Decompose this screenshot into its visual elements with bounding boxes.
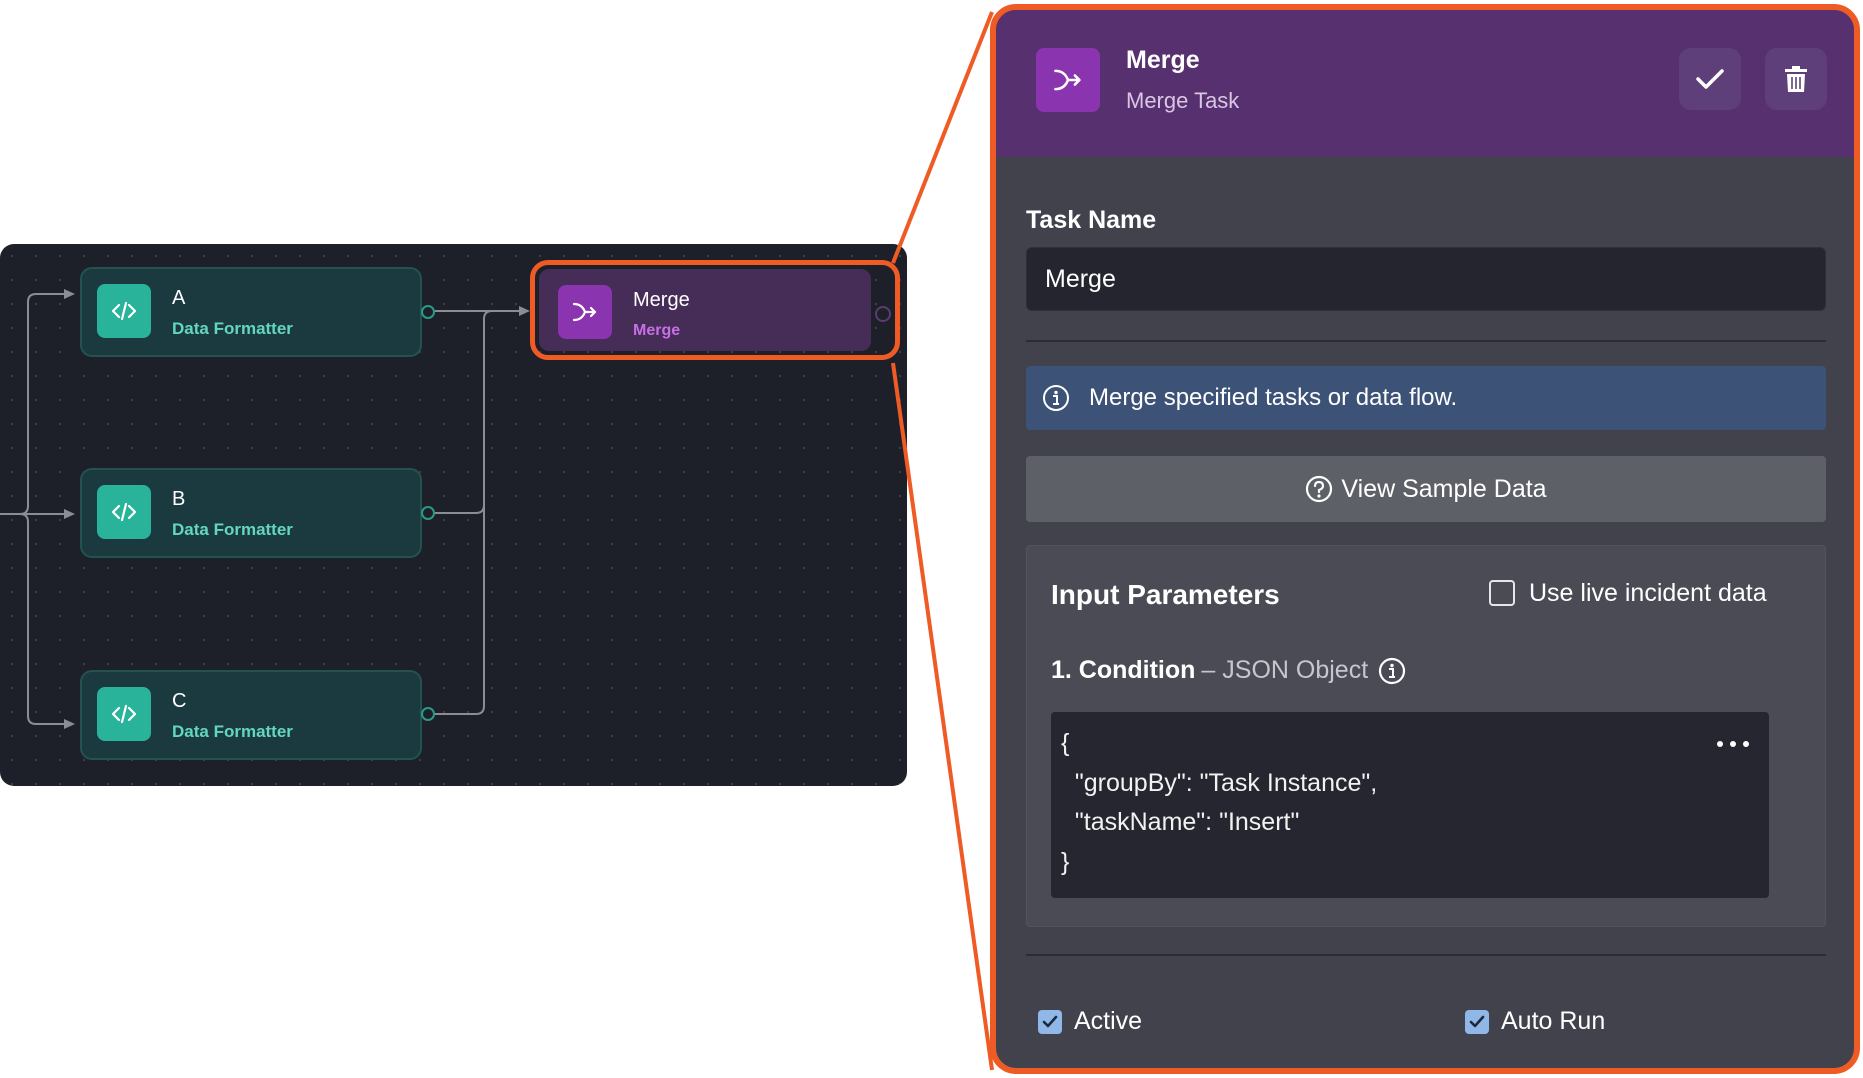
node-subtitle: Data Formatter <box>172 520 293 539</box>
auto-run-label: Auto Run <box>1501 1007 1606 1035</box>
check-icon <box>1042 1015 1058 1028</box>
condition-code: { "groupBy": "Task Instance", "taskName"… <box>1061 729 1378 876</box>
check-icon <box>1469 1015 1485 1028</box>
condition-label: 1. Condition <box>1051 656 1196 684</box>
panel-title: Merge <box>1126 46 1200 74</box>
merge-node[interactable]: Merge Merge <box>530 260 900 360</box>
merge-icon <box>1036 48 1100 112</box>
view-sample-data-button[interactable]: View Sample Data <box>1026 456 1826 522</box>
live-incident-data-checkbox[interactable] <box>1489 580 1515 606</box>
output-port-b[interactable] <box>421 506 435 520</box>
more-options-icon[interactable] <box>1717 736 1749 752</box>
panel-subtitle: Merge Task <box>1126 88 1240 113</box>
info-text: Merge specified tasks or data flow. <box>1089 384 1458 411</box>
auto-run-checkbox[interactable] <box>1465 1010 1489 1034</box>
divider <box>1026 340 1826 342</box>
node-a[interactable]: A Data Formatter <box>80 267 422 357</box>
task-name-input[interactable] <box>1026 247 1826 311</box>
node-subtitle: Merge <box>633 322 681 339</box>
input-parameters-section: Input Parameters Use live incident data … <box>1026 545 1826 927</box>
info-icon[interactable] <box>1378 657 1406 685</box>
merge-icon <box>558 285 612 339</box>
node-title: Merge <box>633 289 690 311</box>
panel-header: Merge Merge Task <box>996 10 1854 157</box>
task-properties-panel: Merge Merge Task Task Name Merge specifi… <box>990 4 1860 1074</box>
node-subtitle: Data Formatter <box>172 722 293 741</box>
node-title: A <box>172 287 186 309</box>
code-icon <box>97 284 151 338</box>
active-checkbox[interactable] <box>1038 1010 1062 1034</box>
trash-icon <box>1785 66 1807 92</box>
condition-code-editor[interactable]: { "groupBy": "Task Instance", "taskName"… <box>1051 712 1769 898</box>
node-c[interactable]: C Data Formatter <box>80 670 422 760</box>
node-b[interactable]: B Data Formatter <box>80 468 422 558</box>
node-subtitle: Data Formatter <box>172 319 293 338</box>
check-icon <box>1696 69 1724 89</box>
code-icon <box>97 687 151 741</box>
node-title: B <box>172 488 186 510</box>
divider <box>1026 954 1826 956</box>
info-icon <box>1043 385 1069 411</box>
node-title: C <box>172 690 187 712</box>
workflow-canvas[interactable]: A Data Formatter B Data Formatter C Data… <box>0 244 907 786</box>
help-circle-icon <box>1306 475 1333 503</box>
output-port-a[interactable] <box>421 305 435 319</box>
confirm-button[interactable] <box>1679 48 1741 110</box>
condition-type: – JSON Object <box>1201 656 1369 684</box>
condition-row: 1. Condition – JSON Object <box>1051 656 1406 685</box>
output-port-merge[interactable] <box>875 306 891 322</box>
delete-button[interactable] <box>1765 48 1827 110</box>
active-label: Active <box>1074 1007 1143 1035</box>
input-parameters-title: Input Parameters <box>1051 579 1280 610</box>
task-name-label: Task Name <box>1026 206 1157 234</box>
info-banner: Merge specified tasks or data flow. <box>1026 366 1826 430</box>
view-sample-data-label: View Sample Data <box>1341 474 1547 503</box>
live-incident-data-label: Use live incident data <box>1529 579 1767 607</box>
output-port-c[interactable] <box>421 707 435 721</box>
code-icon <box>97 485 151 539</box>
